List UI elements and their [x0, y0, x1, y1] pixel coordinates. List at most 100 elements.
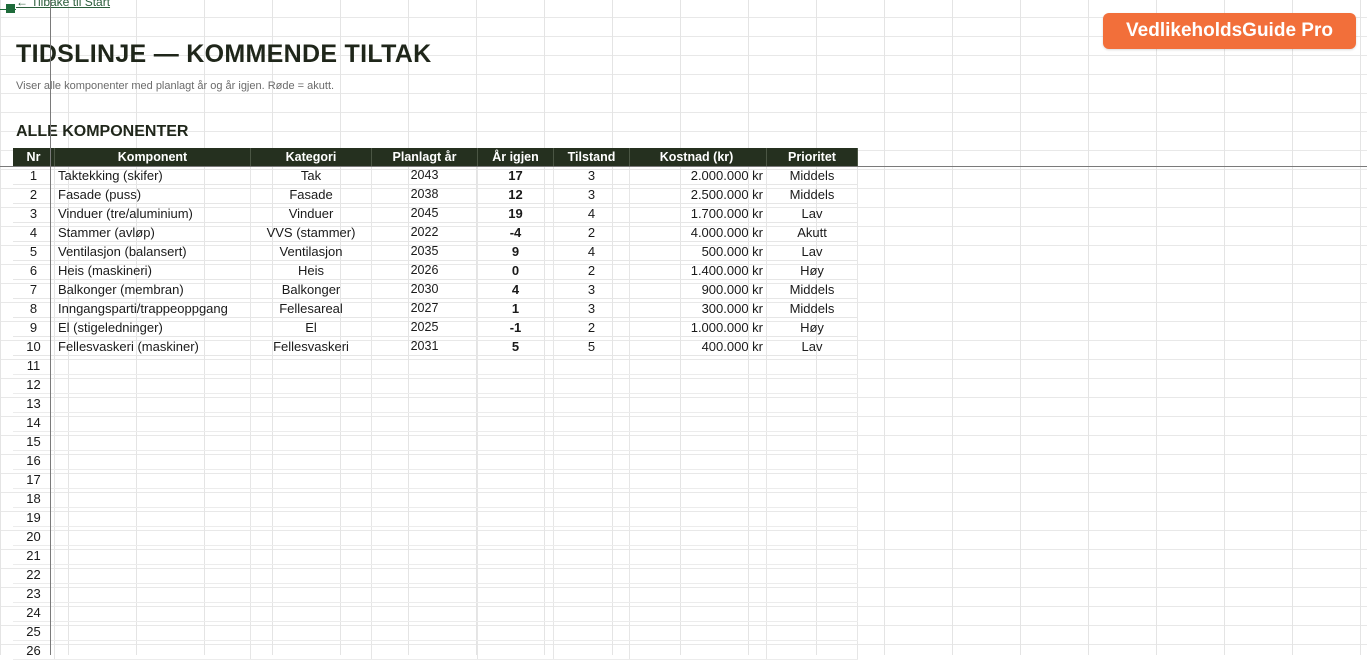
priority-cell[interactable]: Middels [766, 298, 858, 318]
years-left-cell[interactable]: -1 [477, 317, 554, 337]
empty-cell[interactable] [766, 469, 858, 489]
years-left-cell[interactable]: 5 [477, 336, 554, 356]
years-left-cell[interactable]: 0 [477, 260, 554, 280]
empty-cell[interactable] [766, 564, 858, 584]
empty-cell[interactable] [250, 431, 372, 451]
planned-year-cell[interactable]: 2031 [371, 336, 478, 356]
cost-cell[interactable]: 2.000.000 kr [629, 166, 767, 185]
row-number-cell[interactable]: 16 [13, 450, 55, 470]
row-number-cell[interactable]: 6 [13, 260, 55, 280]
empty-cell[interactable] [371, 507, 478, 527]
years-left-cell[interactable]: 4 [477, 279, 554, 299]
empty-cell[interactable] [553, 526, 630, 546]
empty-cell[interactable] [766, 355, 858, 375]
empty-cell[interactable] [766, 488, 858, 508]
empty-cell[interactable] [250, 374, 372, 394]
column-header[interactable]: Komponent [54, 148, 251, 166]
empty-cell[interactable] [250, 602, 372, 622]
column-header[interactable]: Planlagt år [371, 148, 478, 166]
component-name-cell[interactable]: Ventilasjon (balansert) [54, 241, 251, 261]
condition-cell[interactable]: 3 [553, 166, 630, 185]
row-number-cell[interactable]: 9 [13, 317, 55, 337]
empty-cell[interactable] [54, 374, 251, 394]
empty-cell[interactable] [553, 621, 630, 641]
category-cell[interactable]: Vinduer [250, 203, 372, 223]
empty-cell[interactable] [54, 355, 251, 375]
empty-cell[interactable] [766, 412, 858, 432]
empty-cell[interactable] [371, 621, 478, 641]
empty-cell[interactable] [54, 450, 251, 470]
empty-cell[interactable] [250, 488, 372, 508]
row-number-cell[interactable]: 18 [13, 488, 55, 508]
cost-cell[interactable]: 400.000 kr [629, 336, 767, 356]
empty-cell[interactable] [766, 621, 858, 641]
empty-cell[interactable] [629, 583, 767, 603]
years-left-cell[interactable]: 1 [477, 298, 554, 318]
empty-cell[interactable] [629, 526, 767, 546]
empty-cell[interactable] [629, 374, 767, 394]
row-number-cell[interactable]: 22 [13, 564, 55, 584]
empty-cell[interactable] [54, 431, 251, 451]
empty-cell[interactable] [553, 640, 630, 660]
priority-cell[interactable]: Middels [766, 166, 858, 185]
empty-cell[interactable] [54, 545, 251, 565]
empty-cell[interactable] [629, 431, 767, 451]
empty-cell[interactable] [766, 431, 858, 451]
empty-cell[interactable] [629, 545, 767, 565]
cost-cell[interactable]: 1.000.000 kr [629, 317, 767, 337]
empty-cell[interactable] [250, 583, 372, 603]
category-cell[interactable]: El [250, 317, 372, 337]
planned-year-cell[interactable]: 2022 [371, 222, 478, 242]
planned-year-cell[interactable]: 2026 [371, 260, 478, 280]
empty-cell[interactable] [54, 621, 251, 641]
category-cell[interactable]: Tak [250, 166, 372, 185]
row-number-cell[interactable]: 15 [13, 431, 55, 451]
category-cell[interactable]: Fellesvaskeri [250, 336, 372, 356]
empty-cell[interactable] [477, 450, 554, 470]
empty-cell[interactable] [766, 545, 858, 565]
empty-cell[interactable] [629, 602, 767, 622]
row-number-cell[interactable]: 7 [13, 279, 55, 299]
empty-cell[interactable] [553, 355, 630, 375]
empty-cell[interactable] [54, 469, 251, 489]
column-header[interactable]: Kategori [250, 148, 372, 166]
empty-cell[interactable] [250, 621, 372, 641]
back-to-start-link[interactable]: ← Tilbake til Start [16, 0, 110, 9]
empty-cell[interactable] [250, 355, 372, 375]
cost-cell[interactable]: 1.400.000 kr [629, 260, 767, 280]
empty-cell[interactable] [553, 488, 630, 508]
empty-cell[interactable] [371, 393, 478, 413]
category-cell[interactable]: VVS (stammer) [250, 222, 372, 242]
empty-cell[interactable] [371, 431, 478, 451]
column-header[interactable]: År igjen [477, 148, 554, 166]
years-left-cell[interactable]: 9 [477, 241, 554, 261]
condition-cell[interactable]: 2 [553, 260, 630, 280]
row-number-cell[interactable]: 8 [13, 298, 55, 318]
empty-cell[interactable] [553, 469, 630, 489]
empty-cell[interactable] [629, 621, 767, 641]
empty-cell[interactable] [477, 564, 554, 584]
years-left-cell[interactable]: 19 [477, 203, 554, 223]
empty-cell[interactable] [54, 583, 251, 603]
empty-cell[interactable] [250, 564, 372, 584]
cost-cell[interactable]: 1.700.000 kr [629, 203, 767, 223]
empty-cell[interactable] [54, 393, 251, 413]
empty-cell[interactable] [766, 602, 858, 622]
empty-cell[interactable] [250, 545, 372, 565]
row-number-cell[interactable]: 11 [13, 355, 55, 375]
condition-cell[interactable]: 4 [553, 241, 630, 261]
planned-year-cell[interactable]: 2035 [371, 241, 478, 261]
empty-cell[interactable] [54, 602, 251, 622]
empty-cell[interactable] [766, 374, 858, 394]
row-number-cell[interactable]: 13 [13, 393, 55, 413]
empty-cell[interactable] [250, 450, 372, 470]
empty-cell[interactable] [553, 393, 630, 413]
empty-cell[interactable] [371, 564, 478, 584]
empty-cell[interactable] [766, 526, 858, 546]
cost-cell[interactable]: 2.500.000 kr [629, 184, 767, 204]
empty-cell[interactable] [629, 469, 767, 489]
component-name-cell[interactable]: Heis (maskineri) [54, 260, 251, 280]
empty-cell[interactable] [766, 640, 858, 660]
empty-cell[interactable] [371, 469, 478, 489]
empty-cell[interactable] [477, 488, 554, 508]
